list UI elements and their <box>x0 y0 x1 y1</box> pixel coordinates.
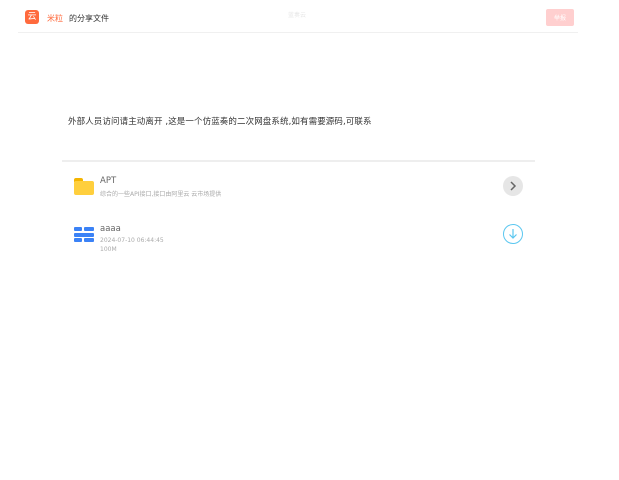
logo-icon[interactable]: 云 <box>25 10 39 24</box>
page-subtitle: 的分享文件 <box>69 14 109 23</box>
page-title: 蓝奏云 <box>288 12 307 19</box>
file-list: APT 综合的一些API接口,接口由阿里云 云市场提供 aaaa 2024-07… <box>62 160 535 262</box>
report-button[interactable]: 举报 <box>546 9 574 26</box>
chevron-right-icon <box>510 181 517 191</box>
username[interactable]: 米粒 <box>47 13 63 24</box>
file-name[interactable]: aaaa <box>100 224 121 234</box>
file-icon <box>74 227 94 242</box>
list-item-file[interactable]: aaaa 2024-07-10 06:44:45 100M <box>62 214 535 262</box>
download-icon <box>509 229 517 239</box>
folder-name[interactable]: APT <box>100 176 116 186</box>
list-item-folder[interactable]: APT 综合的一些API接口,接口由阿里云 云市场提供 <box>62 162 535 210</box>
folder-description: 综合的一些API接口,接口由阿里云 云市场提供 <box>100 191 222 198</box>
file-date: 2024-07-10 06:44:45 <box>100 237 164 244</box>
file-size: 100M <box>100 246 117 253</box>
open-folder-button[interactable] <box>503 176 523 196</box>
folder-icon <box>74 178 94 195</box>
download-button[interactable] <box>503 224 523 244</box>
notice-text: 外部人员访问请主动离开 ,这是一个仿蓝奏的二次网盘系统,如有需要源码,可联系 <box>68 117 372 127</box>
header: 云 米粒 的分享文件 蓝奏云 举报 <box>18 4 578 33</box>
